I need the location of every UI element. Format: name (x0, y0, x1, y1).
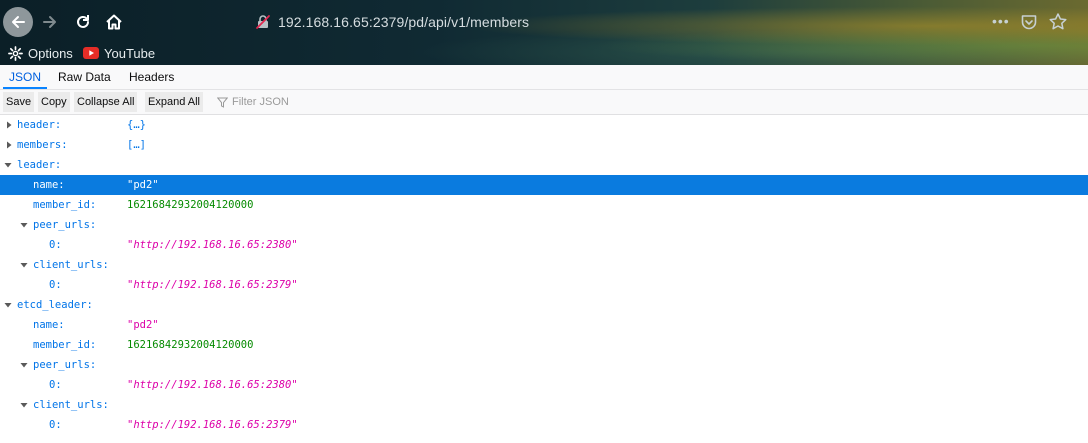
tree-value: 16216842932004120000 (127, 339, 254, 351)
filter-placeholder: Filter JSON (232, 96, 289, 108)
tree-key: name: (33, 319, 65, 331)
tab-headers[interactable]: Headers (123, 65, 180, 89)
tree-key: 0: (49, 279, 62, 291)
tree-key: member_id: (33, 339, 97, 351)
home-icon (106, 14, 122, 30)
tree-key: members: (17, 139, 68, 151)
url-text[interactable]: 192.168.16.65:2379/pd/api/v1/members (278, 14, 529, 30)
youtube-icon (83, 47, 99, 59)
tree-key: name: (33, 179, 65, 191)
forward-button[interactable] (35, 7, 65, 37)
filter-icon (217, 97, 228, 108)
tree-key: peer_urls: (33, 219, 97, 231)
back-button[interactable] (3, 7, 33, 37)
tree-row-etcd-leader-name[interactable]: name: "pd2" (0, 315, 1088, 335)
tree-key: member_id: (33, 199, 97, 211)
page-actions-menu[interactable]: ••• (992, 13, 1010, 29)
tree-row-etcd-leader[interactable]: etcd_leader: (0, 295, 1088, 315)
arrow-right-icon (43, 16, 56, 28)
bookmark-youtube-label: YouTube (104, 45, 156, 61)
tree-key: header: (17, 119, 62, 131)
tree-value: 16216842932004120000 (127, 199, 254, 211)
tab-json[interactable]: JSON (3, 65, 48, 89)
tree-value: "pd2" (127, 179, 159, 191)
tree-row-leader[interactable]: leader: (0, 155, 1088, 175)
tree-value: {…} (127, 119, 146, 131)
collapse-arrow-icon[interactable] (20, 261, 28, 269)
tree-value: "http://192.168.16.65:2380" (127, 239, 298, 251)
gear-icon (8, 45, 23, 61)
tab-raw-data[interactable]: Raw Data (52, 65, 117, 89)
tree-value: "http://192.168.16.65:2379" (127, 419, 298, 431)
bookmark-options[interactable]: Options (8, 44, 73, 62)
bookmark-star-icon[interactable] (1048, 12, 1068, 32)
collapse-arrow-icon[interactable] (4, 301, 12, 309)
tree-row-header[interactable]: header: {…} (0, 115, 1088, 135)
tree-row-leader-client-url-0[interactable]: 0: "http://192.168.16.65:2379" (0, 275, 1088, 295)
tree-row-etcd-leader-peer-urls[interactable]: peer_urls: (0, 355, 1088, 375)
tree-key: etcd_leader: (17, 299, 93, 311)
tree-row-leader-peer-url-0[interactable]: 0: "http://192.168.16.65:2380" (0, 235, 1088, 255)
expand-arrow-icon[interactable] (5, 121, 13, 129)
tree-value: "pd2" (127, 319, 159, 331)
bookmark-youtube[interactable]: YouTube (83, 44, 155, 62)
tree-row-etcd-leader-client-urls[interactable]: client_urls: (0, 395, 1088, 415)
tree-key: client_urls: (33, 399, 109, 411)
copy-button[interactable]: Copy (38, 92, 70, 112)
tree-key: leader: (17, 159, 62, 171)
tree-value: […] (127, 139, 146, 151)
expand-all-button[interactable]: Expand All (145, 92, 203, 112)
collapse-all-button[interactable]: Collapse All (74, 92, 138, 112)
json-toolbar: Save Copy Collapse All Expand All Filter… (0, 90, 1088, 115)
save-button[interactable]: Save (3, 92, 35, 112)
tree-value: "http://192.168.16.65:2380" (127, 379, 298, 391)
tree-value: "http://192.168.16.65:2379" (127, 279, 298, 291)
expand-arrow-icon[interactable] (5, 141, 13, 149)
tree-key: peer_urls: (33, 359, 97, 371)
arrow-left-icon (12, 16, 25, 28)
tree-row-members[interactable]: members: […] (0, 135, 1088, 155)
bookmarks-toolbar: Options YouTube (0, 42, 1088, 64)
tree-row-leader-member-id[interactable]: member_id: 16216842932004120000 (0, 195, 1088, 215)
home-button[interactable] (99, 7, 129, 37)
tree-row-leader-client-urls[interactable]: client_urls: (0, 255, 1088, 275)
insecure-lock-icon (256, 15, 270, 29)
url-bar[interactable]: 192.168.16.65:2379/pd/api/v1/members ••• (248, 7, 1078, 37)
browser-chrome: 192.168.16.65:2379/pd/api/v1/members •••… (0, 0, 1088, 65)
collapse-arrow-icon[interactable] (4, 161, 12, 169)
tree-row-etcd-leader-client-url-0[interactable]: 0: "http://192.168.16.65:2379" (0, 415, 1088, 435)
tree-key: 0: (49, 419, 62, 431)
collapse-arrow-icon[interactable] (20, 401, 28, 409)
bookmark-options-label: Options (28, 45, 73, 61)
tree-key: 0: (49, 379, 62, 391)
tree-row-etcd-leader-peer-url-0[interactable]: 0: "http://192.168.16.65:2380" (0, 375, 1088, 395)
tree-key: 0: (49, 239, 62, 251)
tree-key: client_urls: (33, 259, 109, 271)
tree-row-leader-name[interactable]: name: "pd2" (0, 175, 1088, 195)
collapse-arrow-icon[interactable] (20, 361, 28, 369)
tree-row-leader-peer-urls[interactable]: peer_urls: (0, 215, 1088, 235)
pocket-icon[interactable] (1020, 13, 1038, 31)
reload-button[interactable] (68, 7, 98, 37)
tree-row-etcd-leader-member-id[interactable]: member_id: 16216842932004120000 (0, 335, 1088, 355)
collapse-arrow-icon[interactable] (20, 221, 28, 229)
reload-icon (77, 15, 89, 28)
json-viewer-tabs: JSON Raw Data Headers (0, 65, 1088, 90)
filter-json-input[interactable]: Filter JSON (217, 92, 289, 112)
